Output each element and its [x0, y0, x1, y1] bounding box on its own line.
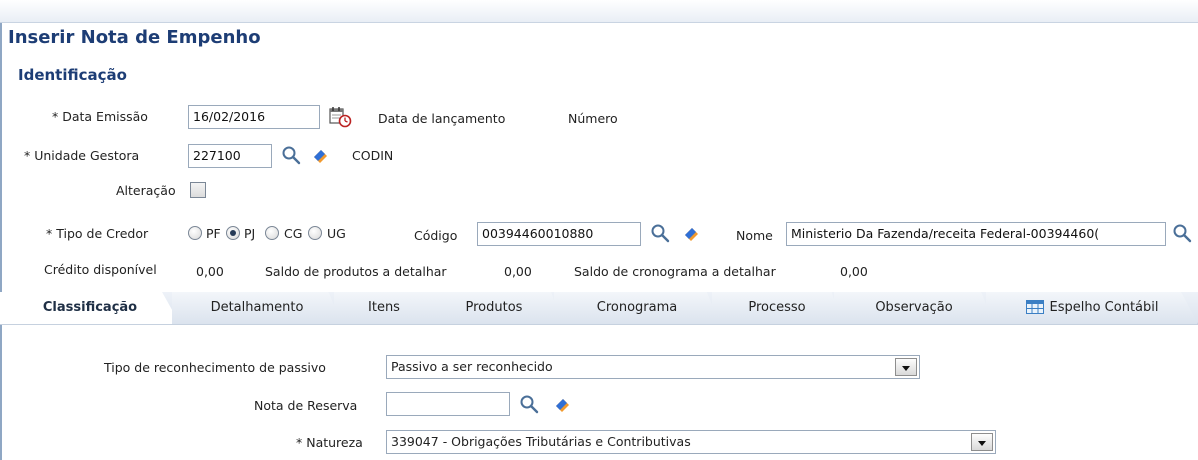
- tipo-reconhecimento-label: Tipo de reconhecimento de passivo: [104, 360, 326, 375]
- radio-pf-label: PF: [206, 226, 221, 241]
- nota-reserva-label: Nota de Reserva: [254, 398, 358, 413]
- radio-pj-label: PJ: [244, 226, 256, 241]
- nota-reserva-field[interactable]: [386, 392, 510, 416]
- chevron-down-icon[interactable]: [971, 433, 993, 451]
- data-emissao-label: * Data Emissão: [52, 109, 148, 124]
- tab-cronograma[interactable]: Cronograma: [554, 292, 720, 324]
- numero-label: Número: [568, 111, 618, 126]
- radio-pj[interactable]: [226, 226, 240, 240]
- alteracao-checkbox[interactable]: [190, 182, 206, 198]
- radio-cg-label: CG: [284, 226, 303, 241]
- tabs-bar: Classificação Detalhamento Itens Produto…: [0, 292, 1198, 325]
- search-icon[interactable]: [281, 145, 301, 165]
- calendar-icon[interactable]: [328, 106, 352, 128]
- nome-field[interactable]: Ministerio Da Fazenda/receita Federal-00…: [786, 222, 1166, 246]
- data-emissao-field[interactable]: 16/02/2016: [188, 105, 320, 129]
- tipo-credor-label: * Tipo de Credor: [46, 226, 149, 241]
- eraser-icon[interactable]: [682, 223, 702, 243]
- radio-pf[interactable]: [188, 226, 202, 240]
- eraser-icon[interactable]: [311, 145, 331, 165]
- radio-ug-label: UG: [327, 226, 346, 241]
- tab-detalhamento[interactable]: Detalhamento: [172, 292, 342, 324]
- tab-itens[interactable]: Itens: [334, 292, 434, 324]
- natureza-select[interactable]: 339047 - Obrigações Tributárias e Contri…: [386, 430, 996, 454]
- nome-label: Nome: [736, 228, 773, 243]
- saldo-produtos-value: 0,00: [504, 264, 532, 279]
- natureza-label: * Natureza: [296, 435, 363, 450]
- alteracao-label: Alteração: [116, 183, 176, 198]
- search-icon[interactable]: [650, 223, 670, 243]
- radio-ug[interactable]: [308, 226, 322, 240]
- unidade-gestora-name: CODIN: [352, 148, 394, 163]
- top-bar: [0, 0, 1198, 23]
- codigo-label: Código: [414, 228, 458, 243]
- natureza-value: 339047 - Obrigações Tributárias e Contri…: [391, 434, 691, 449]
- tab-processo[interactable]: Processo: [712, 292, 842, 324]
- tipo-reconhecimento-select[interactable]: Passivo a ser reconhecido: [386, 355, 920, 379]
- codigo-field[interactable]: 00394460010880: [477, 222, 641, 246]
- credito-value: 0,00: [196, 264, 224, 279]
- saldo-cronograma-value: 0,00: [840, 264, 868, 279]
- unidade-gestora-field[interactable]: 227100: [188, 144, 272, 168]
- table-icon: [1025, 300, 1044, 314]
- tab-espelho-contabil[interactable]: Espelho Contábil: [986, 292, 1198, 324]
- tab-classificacao[interactable]: Classificação: [0, 292, 180, 324]
- page-title: Inserir Nota de Empenho: [8, 27, 261, 48]
- unidade-gestora-label: * Unidade Gestora: [24, 148, 140, 163]
- eraser-icon[interactable]: [553, 394, 573, 414]
- search-icon[interactable]: [1172, 223, 1192, 243]
- radio-cg[interactable]: [265, 226, 279, 240]
- saldo-produtos-label: Saldo de produtos a detalhar: [265, 264, 447, 279]
- saldo-cronograma-label: Saldo de cronograma a detalhar: [574, 264, 776, 279]
- credito-label: Crédito disponível: [44, 262, 157, 277]
- tipo-reconhecimento-value: Passivo a ser reconhecido: [391, 359, 553, 374]
- chevron-down-icon[interactable]: [895, 358, 917, 376]
- tab-produtos[interactable]: Produtos: [426, 292, 562, 324]
- tab-observacao[interactable]: Observação: [834, 292, 994, 324]
- data-lancamento-label: Data de lançamento: [378, 111, 506, 126]
- search-icon[interactable]: [519, 394, 539, 414]
- section-title: Identificação: [18, 66, 127, 84]
